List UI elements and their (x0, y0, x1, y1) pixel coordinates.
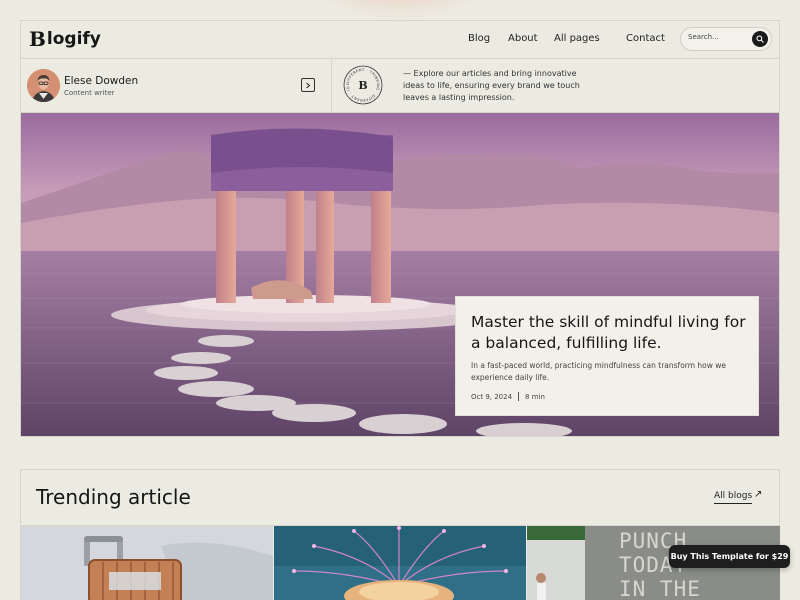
circular-badge: DIFFERENT · THINKING · DIFFERENT · IDEAS… (343, 65, 383, 105)
author-photo (27, 69, 60, 102)
hero-date: Oct 9, 2024 (471, 392, 513, 401)
author-name[interactable]: Elese Dowden (64, 75, 138, 87)
meta-divider (518, 392, 520, 401)
hero-meta: Oct 9, 2024 8 min (471, 392, 545, 401)
search-input[interactable] (688, 33, 748, 41)
badge-mark: B (358, 79, 367, 92)
search-button[interactable] (752, 31, 768, 47)
hero-description: In a fast-paced world, practicing mindfu… (471, 361, 727, 382)
author-role: Content writer (64, 89, 115, 97)
hero-card[interactable]: Master the skill of mindful living for a… (455, 296, 759, 416)
author-arrow-button[interactable] (301, 78, 315, 92)
nav-all-pages[interactable]: All pages (554, 33, 600, 44)
all-blogs-link[interactable]: All blogs (714, 491, 753, 504)
trending-card-image-1[interactable] (21, 526, 273, 600)
nav-contact[interactable]: Contact (626, 33, 665, 44)
top-glow (300, 0, 500, 20)
search-icon (756, 35, 764, 43)
chevron-right-icon (306, 82, 311, 88)
row-divider (331, 59, 332, 113)
logo-mark: B (29, 27, 46, 51)
trending-card-image-2[interactable] (274, 526, 526, 600)
suitcase-illustration (21, 526, 273, 600)
logo[interactable]: B logify (29, 29, 101, 49)
trending-title: Trending article (36, 485, 191, 509)
search-box[interactable] (680, 27, 772, 51)
intro-text: — Explore our articles and bring innovat… (403, 69, 580, 102)
arrow-up-right-icon: ↗ (754, 489, 763, 500)
flower-illustration (274, 526, 526, 600)
nav-blog[interactable]: Blog (468, 33, 490, 44)
site-header: B logify Blog About All pages Contact (20, 20, 780, 59)
author-row: Elese Dowden Content writer DIFFERENT · … (20, 59, 780, 113)
hero-title[interactable]: Master the skill of mindful living for a… (471, 312, 756, 354)
avatar[interactable] (27, 69, 60, 102)
nav-about[interactable]: About (508, 33, 538, 44)
hero-read-time: 8 min (525, 392, 545, 401)
buy-template-button[interactable]: Buy This Template for $29 (669, 545, 790, 568)
logo-text: logify (46, 29, 101, 49)
sign-line-3: IN THE (619, 577, 701, 600)
